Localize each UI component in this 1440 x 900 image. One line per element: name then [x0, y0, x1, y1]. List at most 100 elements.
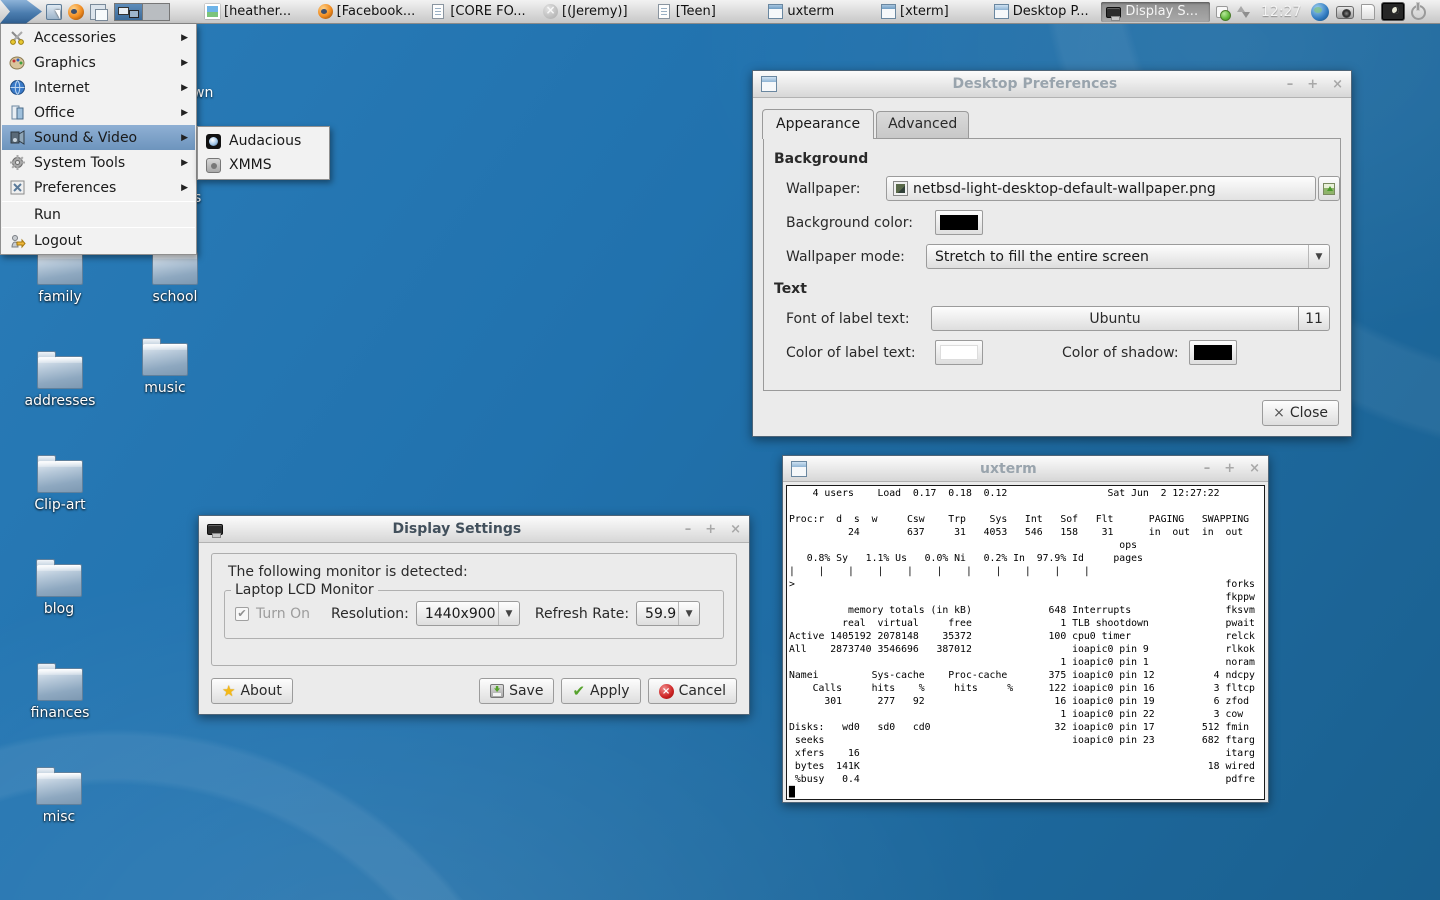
cancel-icon: × — [659, 684, 674, 699]
close-button[interactable]: × — [1249, 461, 1260, 476]
clock[interactable]: 12:27 — [1261, 4, 1301, 20]
menu-item-preferences[interactable]: Preferences ▶ — [2, 175, 195, 200]
launcher-group — [46, 4, 106, 20]
taskbar: [heather... [Facebook... [CORE FO... [(J… — [0, 0, 1440, 24]
task-heather[interactable]: [heather... — [200, 2, 309, 22]
xmms-icon — [206, 158, 221, 173]
menu-item-logout[interactable]: Logout — [2, 229, 195, 253]
chevron-down-icon: ▼ — [1309, 252, 1329, 262]
close-dialog-button[interactable]: × Close — [1262, 400, 1339, 426]
terminal-screen[interactable]: 4 users Load 0.17 0.18 0.12 Sat Jun 2 12… — [786, 485, 1265, 800]
label-colors-row: Color of label text: Color of shadow: — [786, 340, 1340, 365]
submenu-item-audacious[interactable]: Audacious — [199, 129, 328, 153]
background-color-label: Background color: — [786, 215, 935, 231]
minimize-button[interactable]: – — [1287, 77, 1294, 92]
wallpaper-file-button[interactable]: netbsd-light-desktop-default-wallpaper.p… — [886, 176, 1316, 201]
resolution-combo[interactable]: 1440x900 ▼ — [416, 601, 520, 626]
font-button[interactable]: Ubuntu — [931, 306, 1299, 331]
task-display-settings[interactable]: Display S... — [1101, 2, 1210, 22]
background-color-swatch[interactable] — [935, 210, 983, 235]
menu-item-run[interactable]: Run — [2, 203, 195, 226]
task-desktop-preferences[interactable]: Desktop P... — [989, 2, 1098, 22]
desktop-icon-blog[interactable]: blog — [9, 558, 109, 617]
menu-item-system-tools[interactable]: System Tools ▶ — [2, 150, 195, 175]
background-heading: Background — [774, 151, 1340, 167]
tab-bar: Appearance Advanced — [762, 108, 1351, 138]
submenu-item-xmms[interactable]: XMMS — [199, 153, 328, 177]
turn-on-label: Turn On — [256, 606, 310, 622]
wallpaper-browse-button[interactable] — [1318, 176, 1340, 201]
maximize-button[interactable]: + — [705, 522, 716, 537]
image-file-icon — [894, 182, 907, 195]
star-icon: ★ — [222, 682, 235, 700]
titlebar[interactable]: Desktop Preferences – + × — [753, 71, 1351, 98]
document-icon — [432, 4, 444, 19]
desktop-icon-misc[interactable]: misc — [9, 766, 109, 825]
refresh-rate-combo[interactable]: 59.9 ▼ — [636, 601, 700, 626]
menu-separator — [2, 227, 195, 228]
accessories-icon — [9, 29, 26, 46]
cancel-button[interactable]: × Cancel — [648, 678, 737, 704]
minimize-button[interactable]: – — [685, 522, 692, 537]
task-xterm[interactable]: [xterm] — [876, 2, 985, 22]
menu-item-sound-video[interactable]: Sound & Video ▶ — [2, 125, 195, 150]
minimize-button[interactable]: – — [1204, 461, 1211, 476]
chevron-down-icon: ▼ — [679, 609, 699, 619]
maximize-button[interactable]: + — [1224, 461, 1235, 476]
desktop-icon-finances[interactable]: finances — [10, 662, 110, 721]
maximize-button[interactable]: + — [1307, 77, 1318, 92]
refresh-rate-label: Refresh Rate: — [535, 606, 629, 622]
desktop-icon-clip-art[interactable]: Clip-art — [10, 454, 110, 513]
close-button[interactable]: × — [730, 522, 741, 537]
menu-item-graphics[interactable]: Graphics ▶ — [2, 50, 195, 75]
about-button[interactable]: ★ About — [211, 678, 293, 704]
task-jeremy[interactable]: [(Jeremy)] — [538, 2, 647, 22]
wallpaper-mode-combo[interactable]: Stretch to fill the entire screen ▼ — [926, 244, 1330, 269]
workspace-pager[interactable] — [114, 3, 170, 21]
globe-tray-icon[interactable] — [1311, 3, 1329, 21]
network-traffic-icon[interactable] — [1235, 4, 1251, 20]
font-size-field[interactable]: 11 — [1299, 306, 1330, 331]
desktop-icon-music[interactable]: music — [115, 337, 215, 396]
file-manager-icon[interactable] — [46, 4, 62, 20]
menu-separator — [2, 201, 195, 202]
power-icon[interactable] — [1411, 5, 1426, 20]
menu-item-office[interactable]: Office ▶ — [2, 100, 195, 125]
wallpaper-label: Wallpaper: — [786, 181, 886, 197]
titlebar[interactable]: uxterm – + × — [783, 456, 1268, 482]
folder-icon — [37, 668, 83, 701]
clipboard-manager-icon[interactable] — [1216, 6, 1228, 18]
workspace-2[interactable] — [142, 4, 169, 20]
tab-advanced[interactable]: Advanced — [876, 111, 969, 138]
start-menu-button[interactable] — [0, 0, 42, 24]
apply-button[interactable]: ✔ Apply — [561, 678, 640, 704]
close-button[interactable]: × — [1332, 77, 1343, 92]
browser-icon[interactable] — [68, 4, 84, 20]
iconify-windows-icon[interactable] — [90, 4, 106, 20]
task-core[interactable]: [CORE FO... — [425, 2, 534, 22]
shadow-color-swatch[interactable] — [1189, 340, 1237, 365]
screenshot-icon[interactable] — [1336, 6, 1354, 19]
submenu-arrow-icon: ▶ — [181, 108, 188, 118]
window-icon — [761, 76, 777, 92]
folder-icon — [152, 252, 198, 285]
label-color-swatch[interactable] — [935, 340, 983, 365]
save-button[interactable]: Save — [479, 678, 554, 704]
turn-on-checkbox[interactable]: ✔ — [235, 607, 249, 621]
screensaver-icon[interactable] — [1382, 3, 1404, 20]
wallpaper-mode-row: Wallpaper mode: Stretch to fill the enti… — [786, 244, 1340, 269]
background-color-row: Background color: — [786, 210, 1340, 235]
titlebar[interactable]: Display Settings – + × — [199, 516, 749, 543]
tab-appearance[interactable]: Appearance — [762, 109, 874, 139]
desktop-icon-addresses[interactable]: addresses — [10, 350, 110, 409]
menu-item-internet[interactable]: Internet ▶ — [2, 75, 195, 100]
task-facebook[interactable]: [Facebook... — [313, 2, 422, 22]
menu-item-accessories[interactable]: Accessories ▶ — [2, 25, 195, 50]
task-teen[interactable]: [Teen] — [651, 2, 760, 22]
task-uxterm[interactable]: uxterm — [763, 2, 872, 22]
workspace-1[interactable] — [115, 4, 142, 20]
chevron-down-icon: ▼ — [499, 609, 519, 619]
fieldset-legend: Laptop LCD Monitor — [231, 582, 378, 598]
check-icon: ✔ — [237, 607, 246, 620]
notes-icon[interactable] — [1361, 4, 1375, 20]
